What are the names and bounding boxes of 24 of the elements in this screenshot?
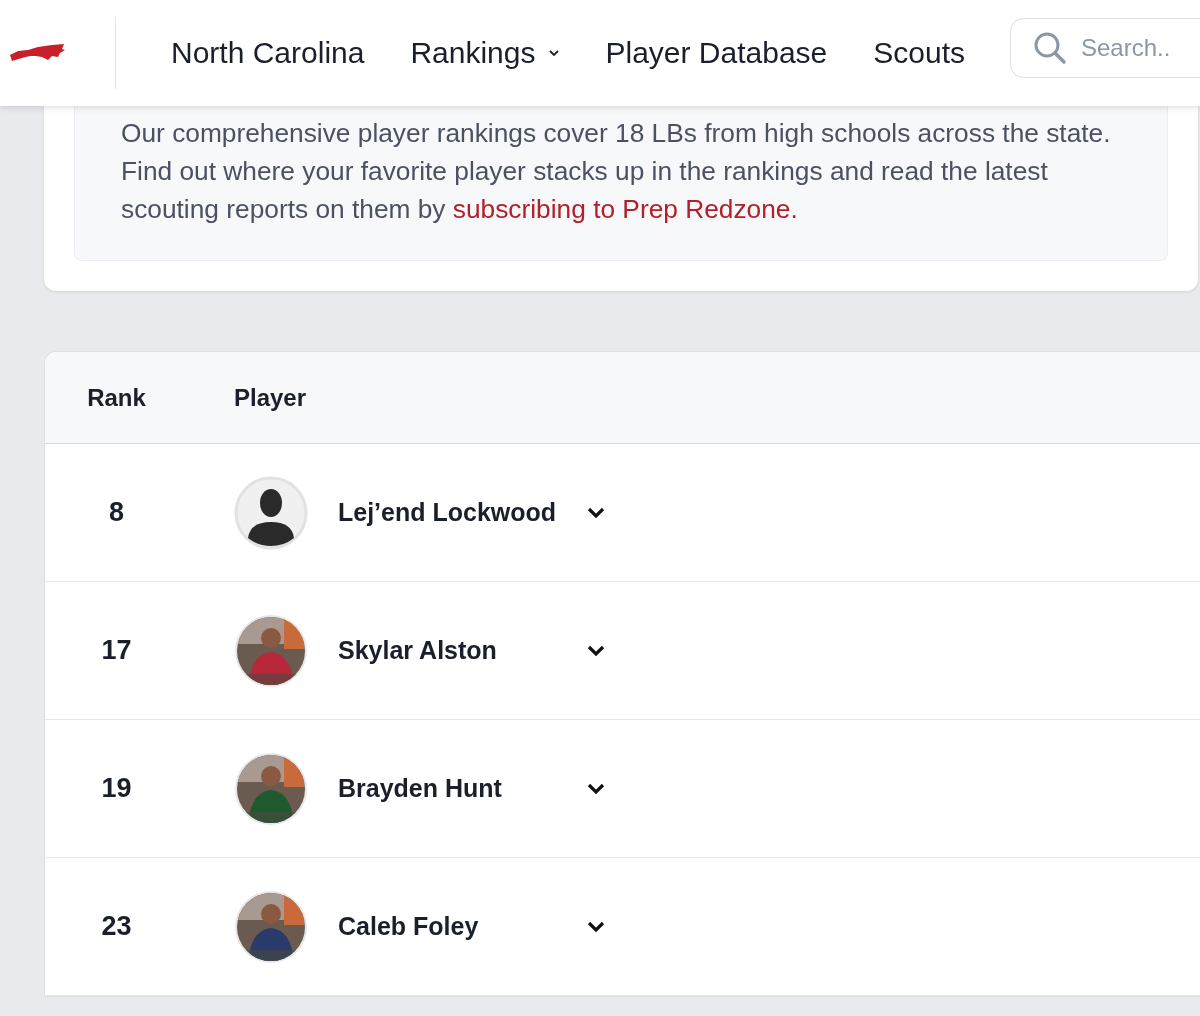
nav-link[interactable]: Player Database (605, 36, 828, 70)
rank-number: 19 (100, 773, 133, 804)
column-header: Player (233, 383, 307, 412)
intro-paragraph: Our comprehensive player rankings cover 18 LBs from high schools across the state. Find out where your favorite player stacks up in the rankings and read the latest scouting reports on them by subscribing to Prep Redzone. (121, 117, 1112, 226)
caret-icon (547, 49, 560, 57)
search-icon (1033, 31, 1067, 65)
rank-number: 17 (100, 635, 133, 666)
chevron-down-icon[interactable] (586, 920, 606, 933)
nav-link[interactable]: North Carolina (171, 36, 365, 70)
search-bar[interactable]: Search.. (1010, 18, 1200, 78)
chevron-down-icon[interactable] (586, 506, 606, 519)
column-header: Rank (86, 383, 147, 412)
player-name[interactable]: Lej’end Lockwood (338, 498, 578, 527)
player-name[interactable]: Brayden Hunt (338, 774, 578, 803)
player-name[interactable]: Caleb Foley (338, 912, 578, 941)
avatar-placeholder-icon (234, 475, 308, 550)
rank-number: 23 (100, 911, 133, 942)
chevron-down-icon[interactable] (586, 782, 606, 795)
subscribe-link[interactable]: subscribing to Prep Redzone. (452, 194, 798, 224)
nav-link[interactable]: Scouts (873, 36, 965, 70)
chevron-down-icon[interactable] (586, 644, 606, 657)
player-name[interactable]: Skylar Alston (338, 636, 578, 665)
nav-link[interactable]: Rankings (410, 36, 560, 70)
rank-number: 8 (108, 497, 125, 528)
